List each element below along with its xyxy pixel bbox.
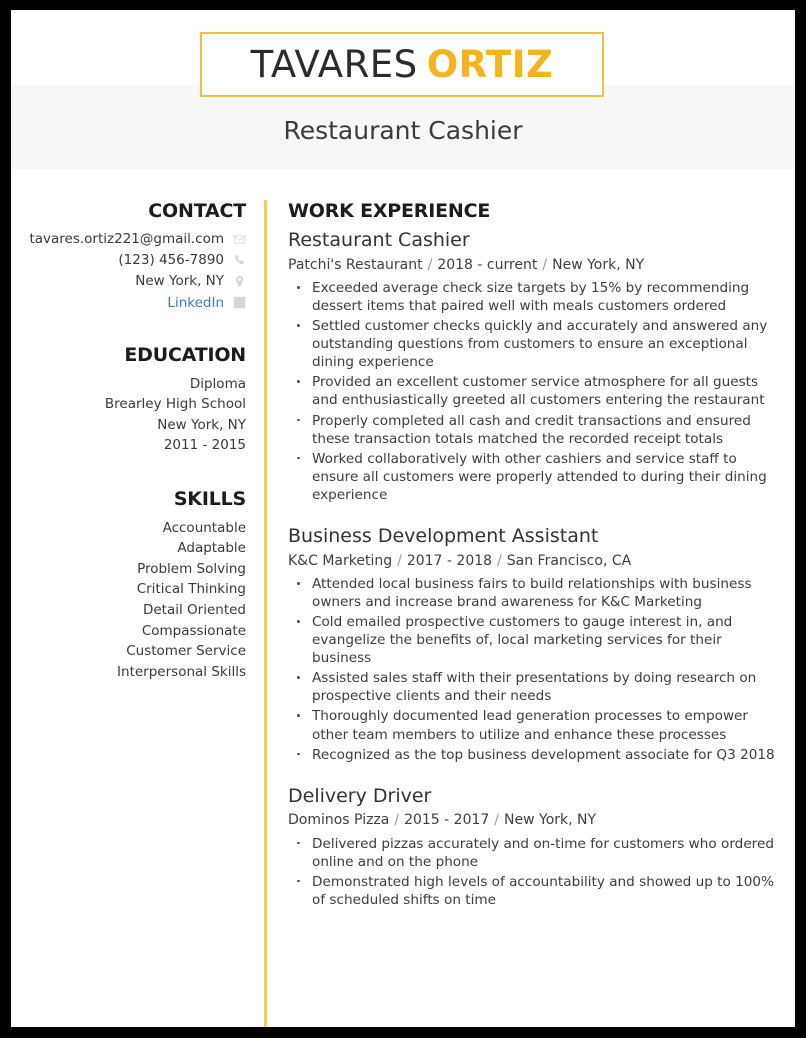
education-section: EDUCATION Diploma Brearley High School N…: [21, 344, 246, 456]
job-location: New York, NY: [504, 812, 597, 829]
contact-email-text: tavares.ortiz221@gmail.com: [29, 231, 224, 247]
job-title: Delivery Driver: [288, 784, 432, 807]
full-name: TAVARES ORTIZ: [251, 46, 554, 83]
bullet-item: Assisted sales staff with their presenta…: [288, 669, 781, 705]
resume-sheet: TAVARES ORTIZ Restaurant Cashier CONTACT …: [11, 10, 795, 1027]
job-entry: Delivery Driver Dominos Pizza/2015 - 201…: [288, 785, 781, 909]
resume-header: TAVARES ORTIZ Restaurant Cashier: [11, 10, 795, 169]
skill-item: Detail Oriented: [142, 602, 246, 618]
bullet-item: Attended local business fairs to build r…: [288, 575, 781, 611]
meta-separator: /: [497, 552, 502, 569]
contact-item-location: New York, NY: [21, 272, 246, 290]
meta-separator: /: [494, 812, 500, 829]
meta-separator: /: [427, 256, 433, 273]
linkedin-icon[interactable]: [233, 296, 246, 309]
resume-page: TAVARES ORTIZ Restaurant Cashier CONTACT …: [0, 0, 806, 1038]
job-meta: Dominos Pizza/2015 - 2017/New York, NY: [288, 811, 781, 829]
job-meta: Patchi's Restaurant/2018 - current / New Y…: [288, 256, 781, 274]
contact-linkedin-link[interactable]: LinkedIn: [167, 294, 224, 312]
contact-item-phone: (123) 456-7890: [21, 251, 246, 269]
bullet-item: Exceeded average check size targets by 1…: [288, 279, 781, 315]
map-pin-icon: [233, 275, 246, 288]
skill-item: Adaptable: [177, 540, 246, 557]
envelope-icon: [233, 233, 246, 246]
job-location: San Francisco, CA: [506, 552, 632, 569]
bullet-item: Properly completed all cash and credit t…: [288, 412, 781, 448]
job-title: Restaurant Cashier: [288, 229, 470, 251]
job-dates: 2018 - current: [437, 256, 538, 273]
bullet-item: Thoroughly documented lead generation pr…: [288, 707, 781, 743]
skill-item: Compassionate: [141, 622, 246, 639]
job-bullets: Exceeded average check size targets by 1…: [288, 279, 781, 504]
sidebar: CONTACT tavares.ortiz221@gmail.com (123)…: [11, 169, 264, 682]
skills-heading: SKILLS: [173, 487, 246, 510]
contact-location-text: New York, NY: [135, 273, 224, 290]
job-bullets: Delivered pizzas accurately and on-time …: [288, 835, 781, 909]
page-title: Restaurant Cashier: [283, 116, 523, 145]
bullet-item: Demonstrated high levels of accountabili…: [288, 873, 781, 909]
contact-phone-text: (123) 456-7890: [118, 252, 224, 269]
bullet-item: Cold emailed prospective customers to ga…: [288, 613, 781, 667]
meta-separator: /: [394, 812, 400, 829]
first-name: TAVARES: [250, 43, 418, 86]
skill-item: Interpersonal Skills: [117, 663, 246, 680]
job-title: Business Development Assistant: [288, 524, 599, 547]
job-dates: 2017 - 2018: [406, 552, 493, 569]
education-degree: Diploma: [189, 375, 246, 392]
main-column: WORK EXPERIENCE Restaurant Cashier Patch…: [267, 169, 795, 930]
job-company: Dominos Pizza: [288, 812, 390, 829]
job-company: K&C Marketing: [288, 552, 393, 569]
resume-body: CONTACT tavares.ortiz221@gmail.com (123)…: [11, 169, 795, 1027]
job-entry: Business Development Assistant K&C Marke…: [288, 525, 781, 764]
bullet-item: Settled customer checks quickly and accu…: [288, 317, 781, 371]
bullet-item: Provided an excellent customer service a…: [288, 373, 781, 409]
job-dates: 2015 - 2017: [404, 812, 490, 829]
meta-separator: /: [397, 552, 402, 569]
contact-heading: CONTACT: [148, 200, 246, 222]
bullet-item: Worked collaboratively with other cashie…: [288, 450, 781, 504]
job-meta: K&C Marketing/2017 - 2018/San Francisco,…: [288, 552, 781, 570]
phone-icon: [233, 254, 246, 267]
contact-item-email: tavares.ortiz221@gmail.com: [21, 230, 246, 248]
education-heading: EDUCATION: [124, 343, 246, 366]
work-experience-heading: WORK EXPERIENCE: [288, 200, 491, 222]
contact-item-linkedin[interactable]: LinkedIn: [21, 294, 246, 312]
skill-item: Problem Solving: [137, 560, 246, 577]
last-name: ORTIZ: [426, 43, 554, 86]
contact-section: CONTACT tavares.ortiz221@gmail.com (123)…: [21, 200, 246, 312]
education-school: Brearley High School: [104, 396, 246, 413]
job-entry: Restaurant Cashier Patchi's Restaurant/2…: [288, 229, 781, 504]
job-location: New York, NY: [552, 256, 645, 273]
name-box: TAVARES ORTIZ: [200, 32, 604, 97]
skill-item: Accountable: [162, 519, 246, 536]
skills-section: SKILLS Accountable Adaptable Problem Sol…: [21, 488, 246, 682]
bullet-item: Delivered pizzas accurately and on-time …: [288, 835, 781, 871]
education-location: New York, NY: [157, 416, 246, 433]
skill-item: Critical Thinking: [136, 581, 246, 598]
bullet-item: Recognized as the top business developme…: [288, 746, 781, 764]
education-dates: 2011 - 2015: [163, 437, 246, 454]
job-bullets: Attended local business fairs to build r…: [288, 575, 781, 764]
job-company: Patchi's Restaurant: [288, 256, 423, 273]
meta-separator: /: [542, 256, 548, 273]
skill-item: Customer Service: [126, 643, 246, 660]
